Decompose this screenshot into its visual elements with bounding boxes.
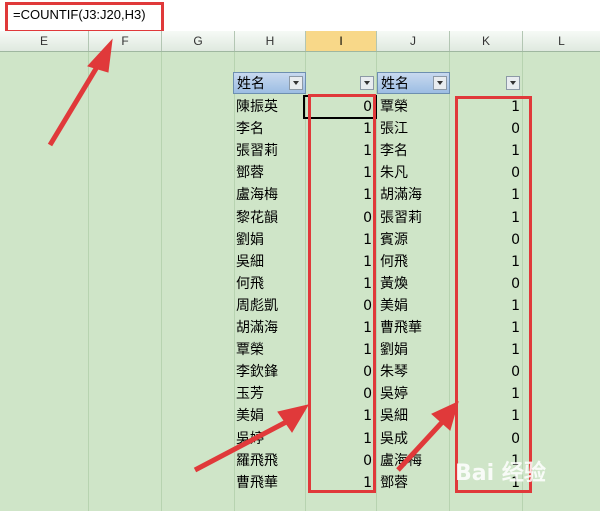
arrow-i-head — [277, 404, 310, 433]
arrow-formula-head — [87, 38, 113, 73]
arrow-i-line — [193, 417, 292, 473]
annotation-arrows — [47, 38, 459, 473]
arrow-k-line — [396, 416, 448, 472]
arrow-formula-line — [47, 60, 103, 147]
watermark-text: Bai 经验 — [455, 461, 546, 486]
